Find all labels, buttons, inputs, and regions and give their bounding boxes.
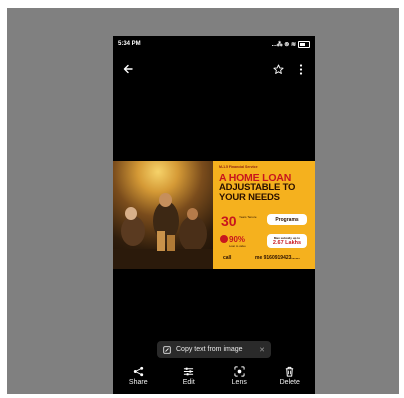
ad-programs-pill: Programs	[267, 214, 307, 225]
ad-years-sub: Years Tenure	[239, 215, 257, 219]
edit-button[interactable]: Edit	[169, 366, 209, 386]
phone-screen: 5:34 PM ...⁂ ⊚ ≋ M-1.5 Financial Service…	[113, 36, 315, 394]
delete-button[interactable]: Delete	[270, 366, 310, 386]
star-outline-icon	[272, 63, 284, 74]
ad-subsidy-value: 2.67 Lakhs	[272, 240, 302, 246]
family-photo	[113, 161, 213, 269]
home-loan-ad: M-1.5 Financial Service A HOME LOAN ADJU…	[213, 161, 315, 269]
edit-label: Edit	[182, 379, 195, 386]
status-indicators: ...⁂ ⊚ ≋	[271, 41, 296, 48]
status-icons: ...⁂ ⊚ ≋	[271, 40, 310, 48]
lens-button[interactable]: Lens	[219, 366, 259, 386]
photo-viewer-image[interactable]: M-1.5 Financial Service A HOME LOAN ADJU…	[113, 161, 315, 269]
battery-icon	[298, 40, 310, 48]
copy-text-icon	[163, 345, 171, 354]
lens-icon	[234, 366, 245, 377]
status-time: 5:34 PM	[118, 41, 141, 47]
share-button[interactable]: Share	[118, 366, 158, 386]
share-icon	[133, 366, 143, 377]
sliders-icon	[184, 367, 194, 376]
status-bar: 5:34 PM ...⁂ ⊚ ≋	[113, 36, 315, 52]
trash-icon	[286, 366, 294, 377]
ad-call-label: call	[223, 255, 232, 261]
share-label: Share	[128, 379, 148, 386]
ad-phone-number: me 9160919423......	[255, 255, 300, 261]
ad-logo-icon	[220, 235, 228, 243]
copy-text-from-image-chip[interactable]: Copy text from image ✕	[157, 341, 271, 358]
ad-headline-2b: YOUR NEEDS	[219, 192, 280, 203]
copy-text-label: Copy text from image	[176, 346, 243, 353]
favorite-button[interactable]	[269, 60, 287, 78]
top-bar	[113, 58, 315, 80]
kebab-menu-icon	[299, 63, 303, 75]
ad-ltv-sub: Loan to value	[229, 244, 246, 248]
delete-label: Delete	[279, 379, 300, 386]
bottom-action-bar: Share Edit Lens Delete	[113, 366, 315, 394]
arrow-left-icon	[123, 64, 133, 74]
screenshot-frame: 5:34 PM ...⁂ ⊚ ≋ M-1.5 Financial Service…	[7, 8, 399, 394]
back-button[interactable]	[119, 60, 137, 78]
more-options-button[interactable]	[292, 60, 310, 78]
ad-headline-2: ADJUSTABLE TO YOUR NEEDS	[219, 183, 295, 203]
ad-years: 30	[221, 213, 237, 229]
lens-label: Lens	[231, 379, 247, 386]
ad-subsidy-pill: Max subsidy up to 2.67 Lakhs	[267, 234, 307, 248]
ad-loan-to-value: 90%	[229, 235, 246, 244]
ad-brand: M-1.5 Financial Service	[219, 165, 258, 169]
close-icon[interactable]: ✕	[259, 346, 265, 354]
